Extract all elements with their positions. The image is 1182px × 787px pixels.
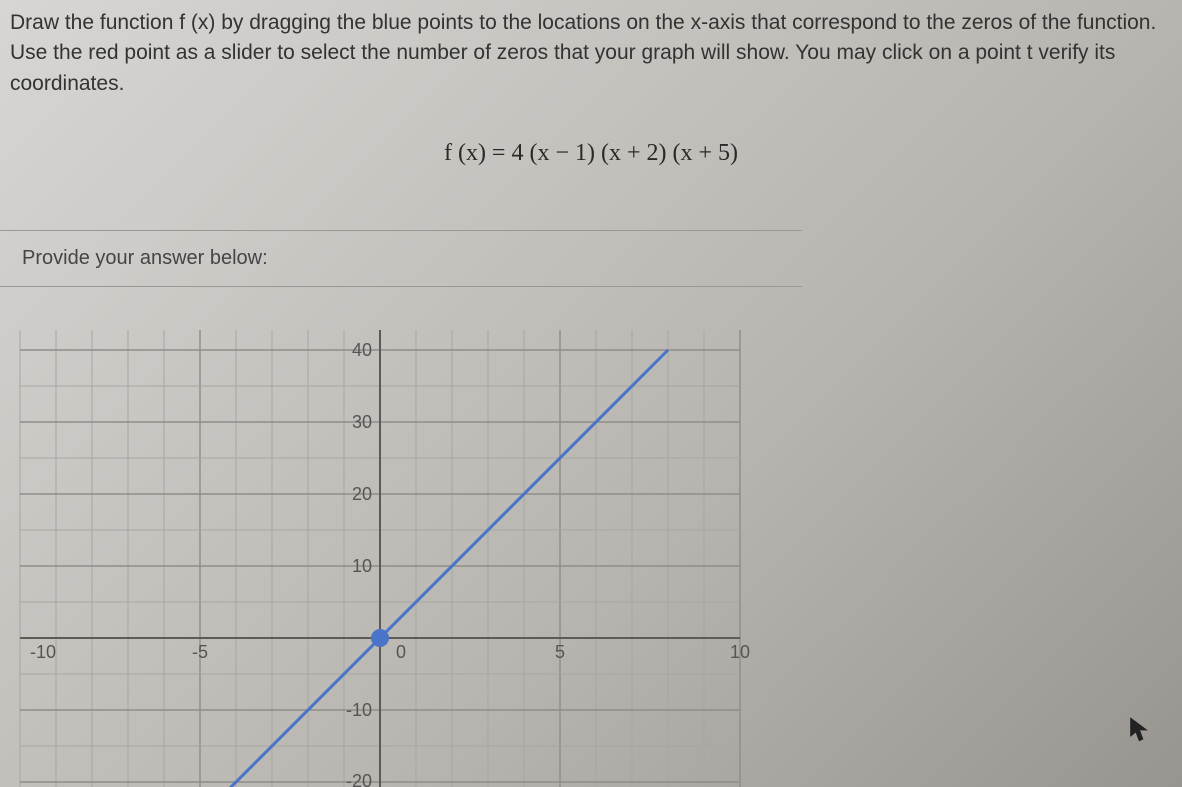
function-equation: f (x) = 4 (x − 1) (x + 2) (x + 5) [0, 140, 1182, 167]
coordinate-plane[interactable]: -10 -5 0 5 10 40 30 20 10 -10 -20 [0, 320, 780, 787]
answer-label: Provide your answer below: [22, 247, 780, 270]
cursor-icon [1128, 715, 1150, 743]
draggable-point-origin[interactable] [371, 629, 389, 647]
ytick-20: 20 [352, 484, 372, 504]
ytick-30: 30 [352, 412, 372, 432]
xtick-5: 5 [555, 642, 565, 662]
xtick-0: 0 [396, 642, 406, 662]
ytick-40: 40 [352, 340, 372, 360]
question-instructions: Draw the function f (x) by dragging the … [10, 8, 1172, 99]
graph-area[interactable]: -10 -5 0 5 10 40 30 20 10 -10 -20 [0, 320, 780, 787]
ytick-10: 10 [352, 556, 372, 576]
xtick-neg10: -10 [30, 642, 56, 662]
ytick-neg10: -10 [346, 700, 372, 720]
xtick-10: 10 [730, 642, 750, 662]
ytick-neg20: -20 [346, 771, 372, 787]
answer-section: Provide your answer below: [0, 230, 802, 287]
xtick-neg5: -5 [192, 642, 208, 662]
